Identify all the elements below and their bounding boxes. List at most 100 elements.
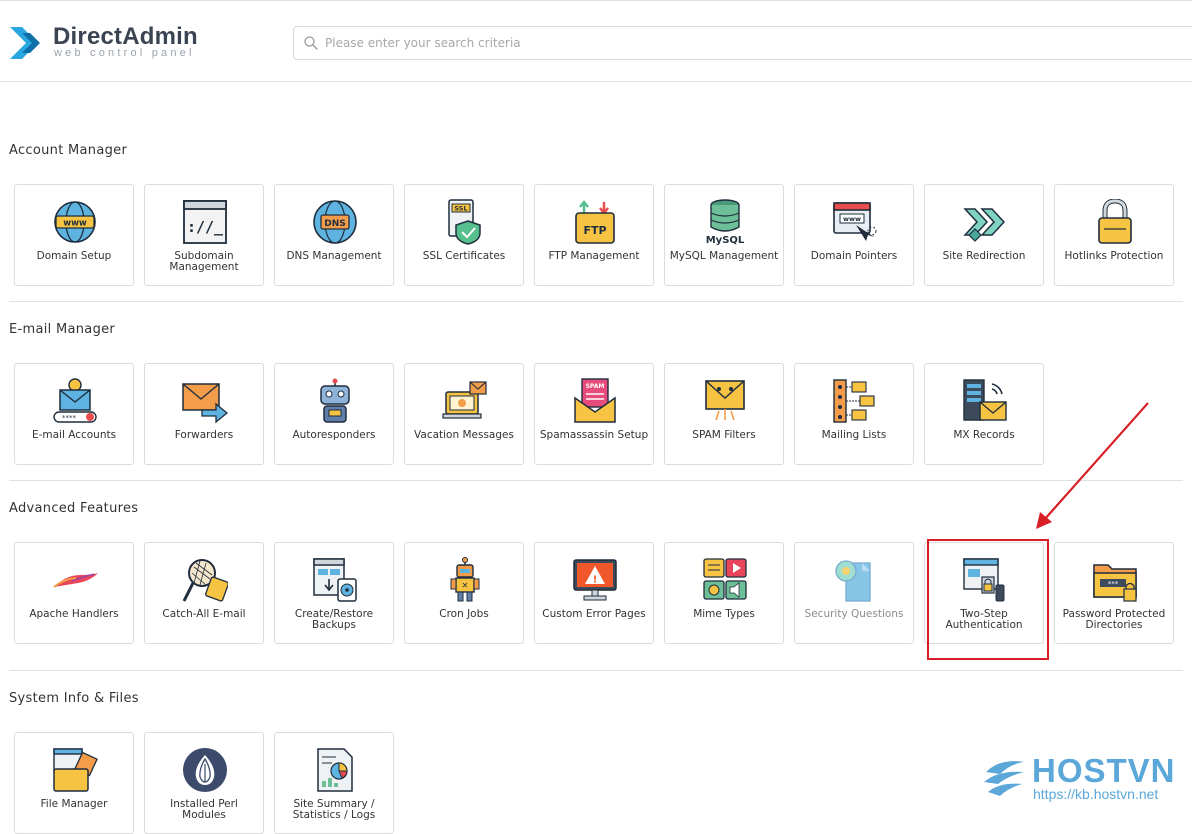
search-icon: [304, 36, 318, 50]
search-input[interactable]: [325, 33, 1085, 53]
globe-www-icon: www: [54, 201, 96, 243]
ftp-folder-icon: FTP: [575, 199, 615, 244]
tile-mx-records[interactable]: MX Records: [924, 363, 1044, 465]
tile-label: FTP Management: [548, 250, 640, 262]
tile-label: Hotlinks Protection: [1064, 250, 1164, 262]
net-catch-icon: [182, 559, 228, 602]
tile-custom-error-pages[interactable]: ! Custom Error Pages: [534, 542, 654, 644]
tile-label: Create/Restore Backups: [294, 608, 374, 631]
svg-text:www: www: [843, 215, 861, 223]
monitor-warning-icon: !: [573, 559, 617, 601]
tile-domain-pointers[interactable]: www Domain Pointers: [794, 184, 914, 286]
password-folder-icon: ***: [1093, 564, 1137, 602]
svg-text:MySQL: MySQL: [706, 235, 745, 245]
tile-site-summary-statistics-logs[interactable]: Site Summary / Statistics / Logs: [274, 732, 394, 834]
tile-installed-perl-modules[interactable]: Installed Perl Modules: [144, 732, 264, 834]
tile-label: Spamassassin Setup: [539, 429, 649, 441]
svg-text:FTP: FTP: [583, 224, 606, 237]
tile-hotlinks-protection[interactable]: Hotlinks Protection: [1054, 184, 1174, 286]
tile-label: Subdomain Management: [169, 250, 239, 273]
svg-text:://_: ://_: [187, 218, 224, 236]
tile-two-step-authentication[interactable]: Two-Step Authentication: [924, 542, 1044, 644]
tile-site-redirection[interactable]: Site Redirection: [924, 184, 1044, 286]
tile-vacation-messages[interactable]: Vacation Messages: [404, 363, 524, 465]
hostvn-watermark: HOSTVN https://kb.hostvn.net: [980, 752, 1185, 808]
section-title-email-manager: E-mail Manager: [9, 322, 116, 337]
tile-file-manager[interactable]: File Manager: [14, 732, 134, 834]
tile-forwarders[interactable]: Forwarders: [144, 363, 264, 465]
logo-subtitle: web control panel: [54, 47, 195, 59]
system-info-grid: File Manager Installed Perl Modules Site…: [14, 732, 394, 834]
tile-ftp-management[interactable]: FTP FTP Management: [534, 184, 654, 286]
tile-cron-jobs[interactable]: ✕ Cron Jobs: [404, 542, 524, 644]
tile-label: DNS Management: [286, 250, 382, 262]
tile-label: Two-Step Authentication: [945, 608, 1023, 631]
tile-autoresponders[interactable]: Autoresponders: [274, 363, 394, 465]
perl-onion-icon: [183, 748, 227, 792]
tile-mime-types[interactable]: Mime Types: [664, 542, 784, 644]
tile-label: SPAM Filters: [692, 429, 756, 441]
terminal-window-icon: ://_: [183, 200, 227, 244]
dns-globe-icon: DNS: [313, 200, 357, 244]
padlock-icon: [1098, 199, 1132, 244]
tile-label: Forwarders: [174, 429, 234, 441]
tile-label: File Manager: [40, 798, 108, 810]
statistics-document-icon: [317, 748, 353, 792]
media-types-icon: [703, 558, 747, 600]
tile-catch-all-email[interactable]: Catch-All E-mail: [144, 542, 264, 644]
tile-label: Apache Handlers: [29, 608, 119, 620]
email-forward-icon: [182, 383, 228, 424]
tile-ssl-certificates[interactable]: SSL SSL Certificates: [404, 184, 524, 286]
spam-envelope-icon: SPAM: [574, 378, 616, 423]
tile-mailing-lists[interactable]: Mailing Lists: [794, 363, 914, 465]
directadmin-logo[interactable]: DirectAdmin web control panel: [8, 21, 208, 65]
tile-subdomain-management[interactable]: ://_ Subdomain Management: [144, 184, 264, 286]
section-divider: [9, 301, 1183, 302]
tile-label: Autoresponders: [292, 429, 376, 441]
search-box[interactable]: [293, 26, 1192, 60]
svg-text:DNS: DNS: [324, 219, 346, 229]
tile-create-restore-backups[interactable]: Create/Restore Backups: [274, 542, 394, 644]
robot-cron-icon: ✕: [450, 557, 480, 602]
tile-email-accounts[interactable]: **** E-mail Accounts: [14, 363, 134, 465]
backup-icon: [313, 558, 357, 602]
browser-pointer-icon: www: [833, 202, 877, 241]
tile-label: Site Redirection: [942, 250, 1026, 262]
tile-label: Vacation Messages: [414, 429, 514, 441]
tile-spamassassin-setup[interactable]: SPAM Spamassassin Setup: [534, 363, 654, 465]
tile-security-questions[interactable]: Security Questions: [794, 542, 914, 644]
svg-text:****: ****: [62, 414, 77, 422]
svg-text:✕: ✕: [462, 581, 469, 590]
watermark-brand: HOSTVN: [1032, 752, 1176, 789]
tile-domain-setup[interactable]: www Domain Setup: [14, 184, 134, 286]
mail-server-icon: [963, 379, 1007, 421]
tile-password-protected-directories[interactable]: *** Password Protected Directories: [1054, 542, 1174, 644]
two-step-lock-icon: [963, 558, 1005, 602]
section-title-system-info-files: System Info & Files: [9, 691, 139, 706]
apache-feather-icon: [53, 573, 98, 588]
tile-spam-filters[interactable]: SPAM Filters: [664, 363, 784, 465]
annotation-arrow-icon: [1036, 402, 1149, 529]
section-title-advanced-features: Advanced Features: [9, 501, 139, 516]
tile-dns-management[interactable]: DNS DNS Management: [274, 184, 394, 286]
svg-text:SSL: SSL: [454, 205, 467, 213]
svg-text:SPAM: SPAM: [586, 383, 605, 390]
tile-label: Site Summary / Statistics / Logs: [292, 798, 376, 821]
email-account-icon: ****: [53, 378, 97, 423]
tile-mysql-management[interactable]: MySQL MySQL Management: [664, 184, 784, 286]
ssl-shield-icon: SSL: [448, 199, 481, 245]
header-bar: DirectAdmin web control panel: [0, 0, 1192, 82]
question-document-icon: [835, 560, 871, 602]
svg-text:***: ***: [1108, 580, 1119, 588]
tile-apache-handlers[interactable]: Apache Handlers: [14, 542, 134, 644]
tile-label: Catch-All E-mail: [162, 608, 246, 620]
database-icon: MySQL: [706, 199, 745, 245]
laptop-mail-icon: [442, 381, 487, 419]
account-manager-grid: www Domain Setup ://_ Subdomain Manageme…: [14, 184, 1174, 286]
tile-label: E-mail Accounts: [31, 429, 117, 441]
tile-label: Custom Error Pages: [542, 608, 646, 620]
section-divider: [9, 480, 1183, 481]
tile-label: Mime Types: [693, 608, 755, 620]
directadmin-chevron-icon: [10, 27, 40, 59]
tile-label: Password Protected Directories: [1062, 608, 1166, 631]
